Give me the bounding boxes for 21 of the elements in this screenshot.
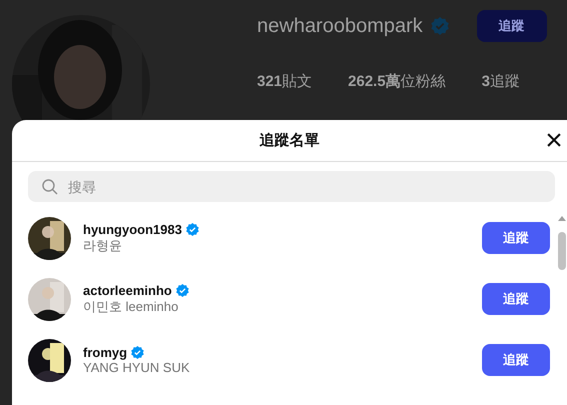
user-full-name: 이민호 leeminho	[83, 298, 180, 316]
search-bar[interactable]: 搜尋	[28, 171, 555, 202]
user-full-name: YANG HYUN SUK	[83, 360, 191, 375]
close-button[interactable]: ×	[541, 128, 567, 154]
follow-button[interactable]: 追蹤	[476, 10, 547, 42]
dialog-title: 追蹤名單	[260, 131, 320, 150]
user-full-name: 라형윤	[83, 237, 123, 254]
follow-button[interactable]: 追蹤	[482, 344, 550, 376]
profile-stat: 321貼文	[257, 72, 312, 91]
search-icon	[42, 178, 58, 194]
follow-button[interactable]: 追蹤	[482, 222, 550, 254]
user-handle[interactable]: fromyg	[83, 345, 128, 360]
search-field[interactable]: 搜尋	[66, 178, 541, 196]
user-handle[interactable]: hyungyoon1983	[83, 222, 182, 236]
scroll-up-icon[interactable]	[558, 216, 566, 221]
profile-stat: 3追蹤	[482, 72, 520, 91]
scrollbar-thumb[interactable]	[558, 232, 566, 270]
profile-username: newharoobompark	[257, 14, 423, 38]
user-handle[interactable]: actorleeminho	[83, 282, 172, 298]
profile-stat: 262.5萬位粉絲	[348, 72, 446, 91]
follow-button[interactable]: 追蹤	[482, 283, 550, 315]
